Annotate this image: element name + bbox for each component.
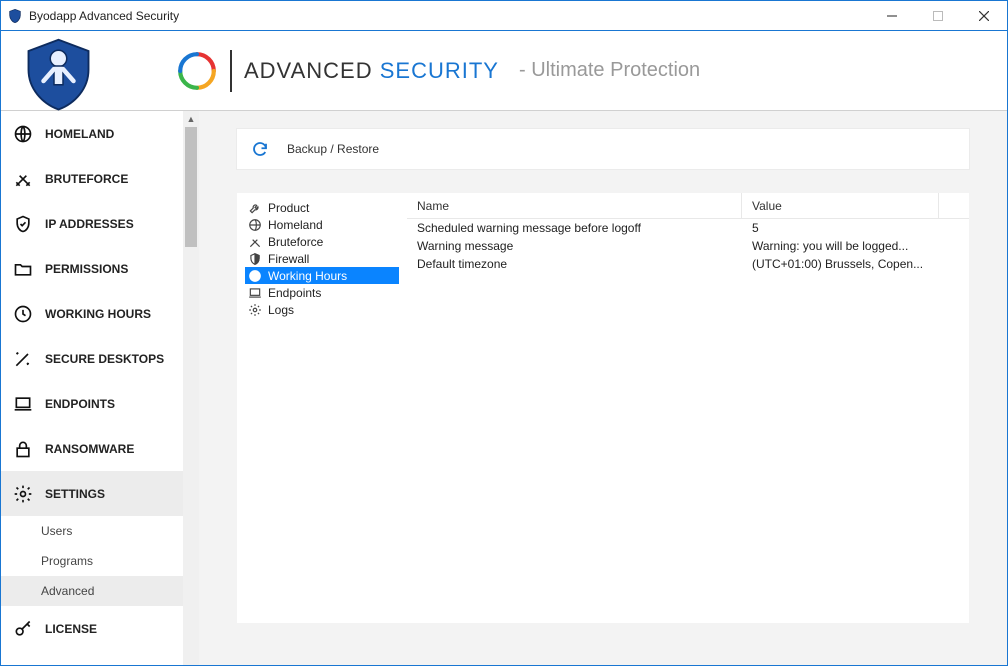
column-header-name[interactable]: Name <box>407 193 742 218</box>
sidebar-item-ip-addresses[interactable]: IP ADDRESSES <box>1 201 183 246</box>
sidebar-item-secure-desktops[interactable]: SECURE DESKTOPS <box>1 336 183 381</box>
sidebar-item-ransomware[interactable]: RANSOMWARE <box>1 426 183 471</box>
wrench-icon <box>248 201 262 215</box>
sidebar-container: HOMELAND BRUTEFORCE IP ADDRESSES PERMISS… <box>1 111 199 665</box>
tree-item-label: Logs <box>268 303 294 317</box>
backup-restore-button[interactable]: Backup / Restore <box>287 142 379 156</box>
sidebar-item-label: ENDPOINTS <box>45 397 115 411</box>
sidebar-sub-programs[interactable]: Programs <box>1 546 183 576</box>
close-button[interactable] <box>961 1 1007 30</box>
column-header-value[interactable]: Value <box>742 193 939 218</box>
globe-icon <box>13 124 33 144</box>
brand-suffix: SECURITY <box>380 58 499 83</box>
sidebar: HOMELAND BRUTEFORCE IP ADDRESSES PERMISS… <box>1 111 183 665</box>
sidebar-item-permissions[interactable]: PERMISSIONS <box>1 246 183 291</box>
swirl-logo-icon <box>176 50 218 92</box>
sidebar-sub-advanced[interactable]: Advanced <box>1 576 183 606</box>
sidebar-item-homeland[interactable]: HOMELAND <box>1 111 183 156</box>
tree-item-label: Working Hours <box>268 269 347 283</box>
key-icon <box>13 619 33 639</box>
swords-icon <box>13 169 33 189</box>
tree-item-label: Firewall <box>268 252 309 266</box>
sidebar-scrollbar[interactable]: ▲ <box>183 111 199 665</box>
tree-item-bruteforce[interactable]: Bruteforce <box>245 233 399 250</box>
sidebar-item-working-hours[interactable]: WORKING HOURS <box>1 291 183 336</box>
minimize-button[interactable] <box>869 1 915 30</box>
sidebar-item-label: SECURE DESKTOPS <box>45 352 164 366</box>
brand-shield-icon <box>21 36 96 106</box>
sidebar-item-license[interactable]: LICENSE <box>1 606 183 651</box>
sidebar-item-label: RANSOMWARE <box>45 442 134 456</box>
tree-item-label: Homeland <box>268 218 323 232</box>
tree-item-label: Product <box>268 201 309 215</box>
tree-item-label: Endpoints <box>268 286 321 300</box>
tree-item-logs[interactable]: Logs <box>245 301 399 318</box>
clock-icon <box>248 269 262 283</box>
tree-item-working-hours[interactable]: Working Hours <box>245 267 399 284</box>
tree-item-label: Bruteforce <box>268 235 323 249</box>
details-cell-value: (UTC+01:00) Brussels, Copen... <box>742 257 969 271</box>
gear-icon <box>13 484 33 504</box>
window-titlebar: Byodapp Advanced Security <box>1 1 1007 31</box>
laptop-icon <box>13 394 33 414</box>
content-area: Backup / Restore Product Homeland Brutef… <box>199 111 1007 665</box>
tree-item-product[interactable]: Product <box>245 199 399 216</box>
details-cell-name: Warning message <box>407 239 742 253</box>
details-pane: Name Value Scheduled warning message bef… <box>407 193 969 623</box>
brand-prefix: ADVANCED <box>244 58 380 83</box>
details-cell-value: Warning: you will be logged... <box>742 239 969 253</box>
laptop-icon <box>248 286 262 300</box>
folder-icon <box>13 259 33 279</box>
sidebar-item-label: PERMISSIONS <box>45 262 128 276</box>
globe-icon <box>248 218 262 232</box>
wand-icon <box>13 349 33 369</box>
header-banner: ADVANCED SECURITY - Ultimate Protection <box>1 31 1007 111</box>
details-row[interactable]: Warning message Warning: you will be log… <box>407 237 969 255</box>
settings-panel: Product Homeland Bruteforce Firewall Wor… <box>237 193 969 623</box>
brand-divider <box>230 50 232 92</box>
details-row[interactable]: Default timezone (UTC+01:00) Brussels, C… <box>407 255 969 273</box>
tree-item-homeland[interactable]: Homeland <box>245 216 399 233</box>
lock-icon <box>13 439 33 459</box>
sidebar-item-settings[interactable]: SETTINGS <box>1 471 183 516</box>
clock-icon <box>13 304 33 324</box>
details-cell-name: Scheduled warning message before logoff <box>407 221 742 235</box>
window-title: Byodapp Advanced Security <box>29 9 869 23</box>
scroll-thumb[interactable] <box>185 127 197 247</box>
sidebar-item-endpoints[interactable]: ENDPOINTS <box>1 381 183 426</box>
window-controls <box>869 1 1007 30</box>
details-header: Name Value <box>407 193 969 219</box>
sidebar-item-label: IP ADDRESSES <box>45 217 134 231</box>
action-bar: Backup / Restore <box>237 129 969 169</box>
sidebar-item-label: SETTINGS <box>45 487 105 501</box>
tree-item-firewall[interactable]: Firewall <box>245 250 399 267</box>
gear-icon <box>248 303 262 317</box>
sidebar-sub-users[interactable]: Users <box>1 516 183 546</box>
settings-tree: Product Homeland Bruteforce Firewall Wor… <box>237 193 407 623</box>
sidebar-item-label: HOMELAND <box>45 127 114 141</box>
swords-icon <box>248 235 262 249</box>
details-cell-name: Default timezone <box>407 257 742 271</box>
brand-tagline: - Ultimate Protection <box>519 59 700 82</box>
sidebar-item-label: BRUTEFORCE <box>45 172 128 186</box>
shield-half-icon <box>248 252 262 266</box>
shield-check-icon <box>13 214 33 234</box>
brand-text: ADVANCED SECURITY <box>244 58 499 84</box>
brand-logo-group: ADVANCED SECURITY - Ultimate Protection <box>176 50 700 92</box>
maximize-button[interactable] <box>915 1 961 30</box>
main-area: HOMELAND BRUTEFORCE IP ADDRESSES PERMISS… <box>1 111 1007 665</box>
sidebar-item-label: WORKING HOURS <box>45 307 151 321</box>
tree-item-endpoints[interactable]: Endpoints <box>245 284 399 301</box>
details-row[interactable]: Scheduled warning message before logoff … <box>407 219 969 237</box>
sidebar-item-label: LICENSE <box>45 622 97 636</box>
app-shield-icon <box>7 8 23 24</box>
sidebar-item-bruteforce[interactable]: BRUTEFORCE <box>1 156 183 201</box>
scroll-up-arrow-icon[interactable]: ▲ <box>183 111 199 127</box>
refresh-icon[interactable] <box>251 140 269 158</box>
details-cell-value: 5 <box>742 221 969 235</box>
